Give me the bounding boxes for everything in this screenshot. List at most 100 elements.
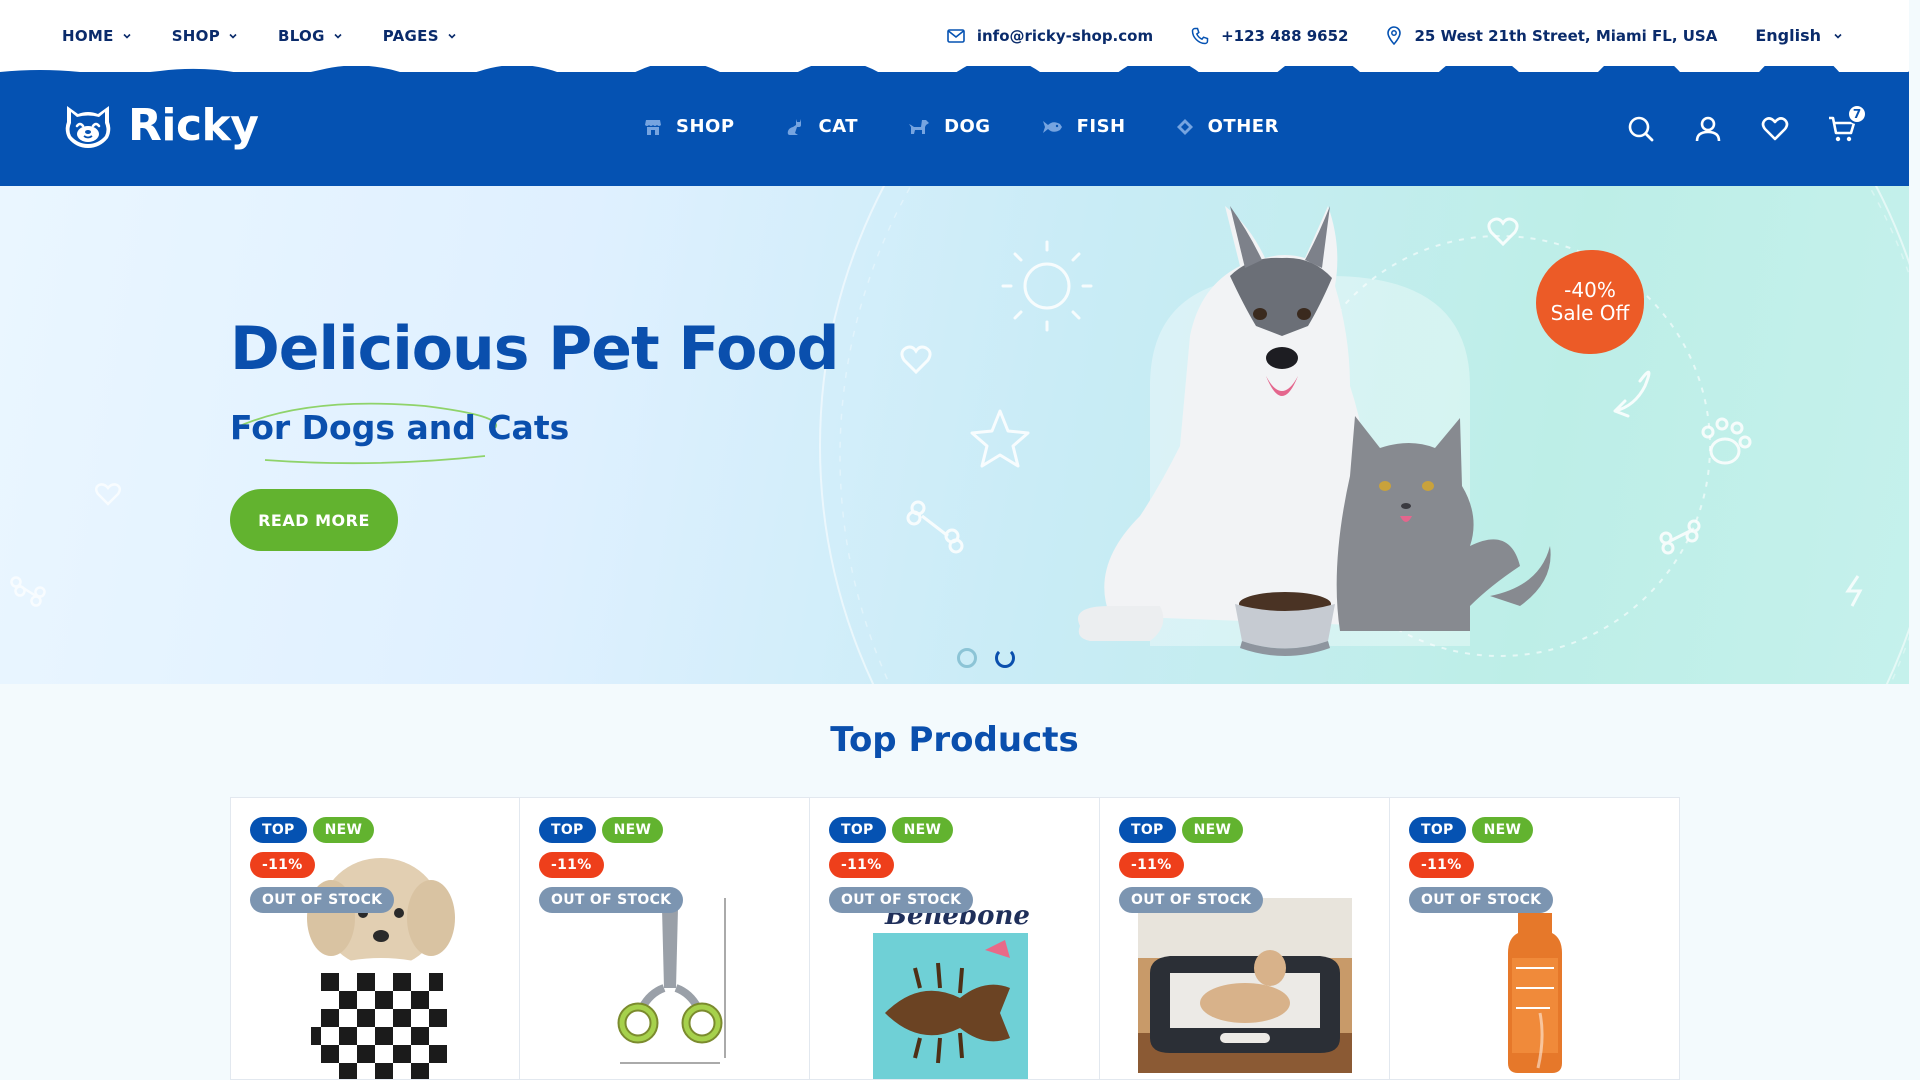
chevron-down-icon	[334, 33, 342, 39]
top-badge: TOP	[250, 817, 307, 843]
catnav-cat[interactable]: CAT	[785, 116, 859, 137]
main-header: Ricky SHOP CAT DOG FISH OTHER 7	[0, 66, 1909, 196]
new-badge: NEW	[1181, 817, 1244, 843]
product-badges: TOP NEW -11% OUT OF STOCK	[829, 817, 979, 922]
phone-contact[interactable]: +123 488 9652	[1191, 27, 1348, 45]
fish-icon	[1042, 120, 1062, 133]
chevron-down-icon	[229, 33, 237, 39]
out-of-stock-badge: OUT OF STOCK	[539, 887, 684, 913]
heart-doodle	[900, 345, 932, 375]
top-badge: TOP	[539, 817, 596, 843]
section-title: Top Products	[830, 720, 1079, 760]
new-badge: NEW	[601, 817, 664, 843]
header-actions: 7	[1591, 104, 1867, 146]
product-badges: TOP NEW -11% OUT OF STOCK	[539, 817, 689, 922]
brand-name: Ricky	[128, 100, 259, 151]
topnav-shop[interactable]: SHOP	[172, 27, 238, 45]
product-badges: TOP NEW -11% OUT OF STOCK	[1409, 817, 1559, 922]
out-of-stock-badge: OUT OF STOCK	[250, 887, 395, 913]
bone-doodle	[1659, 519, 1701, 555]
bone-doodle	[10, 576, 46, 607]
product-grid: TOP NEW -11% OUT OF STOCK TOP NEW -11% O…	[230, 797, 1680, 1080]
address-text: 25 West 21th Street, Miami FL, USA	[1414, 26, 1718, 45]
hero-banner: Delicious Pet Food For Dogs and Cats REA…	[0, 186, 1909, 684]
chevron-down-icon	[123, 33, 131, 39]
top-badge: TOP	[1409, 817, 1466, 843]
location-pin-icon	[1387, 26, 1402, 45]
new-badge: NEW	[891, 817, 954, 843]
language-label: English	[1755, 26, 1821, 45]
slide-dot-2[interactable]	[995, 648, 1015, 668]
catnav-label: OTHER	[1207, 116, 1279, 137]
topnav-home[interactable]: HOME	[62, 27, 132, 45]
catnav-other[interactable]: OTHER	[1176, 116, 1279, 137]
account-button[interactable]	[1691, 112, 1725, 146]
out-of-stock-badge: OUT OF STOCK	[1409, 887, 1554, 913]
top-badge: TOP	[1119, 817, 1176, 843]
top-badge: TOP	[829, 817, 886, 843]
hero-title: Delicious Pet Food	[230, 314, 839, 384]
catnav-label: DOG	[944, 116, 991, 137]
slider-pagination	[957, 648, 1033, 668]
product-card[interactable]: TOP NEW -11% OUT OF STOCK	[1100, 797, 1390, 1080]
top-bar: HOME SHOP BLOG PAGES info@ricky-shop.com…	[0, 0, 1909, 75]
chevron-down-icon	[1834, 33, 1842, 39]
bone-doodle	[906, 500, 964, 554]
out-of-stock-badge: OUT OF STOCK	[1119, 887, 1264, 913]
diamond-icon	[1176, 118, 1193, 135]
topnav-label: BLOG	[278, 27, 325, 45]
topnav-label: SHOP	[171, 27, 220, 45]
out-of-stock-badge: OUT OF STOCK	[829, 887, 974, 913]
cat-face-logo-icon	[65, 105, 111, 148]
discount-badge: -11%	[1409, 852, 1474, 878]
product-card[interactable]: TOP NEW -11% OUT OF STOCK	[520, 797, 810, 1080]
slide-dot-1[interactable]	[957, 648, 977, 668]
cart-button[interactable]: 7	[1825, 104, 1867, 146]
catnav-fish[interactable]: FISH	[1041, 116, 1126, 137]
topnav-label: HOME	[62, 27, 114, 45]
product-badges: TOP NEW -11% OUT OF STOCK	[250, 817, 400, 922]
sale-percent: -40%	[1564, 278, 1616, 302]
topnav-pages[interactable]: PAGES	[383, 27, 457, 45]
heart-doodle	[95, 483, 121, 506]
product-card[interactable]: TOP NEW -11% OUT OF STOCK Benebone	[810, 797, 1100, 1080]
phone-icon	[1191, 27, 1209, 44]
discount-badge: -11%	[250, 852, 315, 878]
star-doodle	[970, 409, 1030, 468]
mail-icon	[947, 28, 965, 43]
catnav-label: CAT	[818, 116, 859, 137]
discount-badge: -11%	[539, 852, 604, 878]
top-navigation: HOME SHOP BLOG PAGES	[62, 27, 497, 45]
sale-off-badge: -40% Sale Off	[1536, 250, 1644, 354]
sale-text: Sale Off	[1550, 301, 1630, 325]
search-button[interactable]	[1624, 112, 1658, 146]
product-card[interactable]: TOP NEW -11% OUT OF STOCK	[230, 797, 520, 1080]
store-icon	[645, 119, 661, 135]
wishlist-button[interactable]	[1758, 112, 1792, 146]
brand-logo[interactable]: Ricky	[62, 100, 259, 151]
discount-badge: -11%	[829, 852, 894, 878]
cart-count-badge: 7	[1847, 104, 1867, 124]
catnav-dog[interactable]: DOG	[908, 116, 991, 137]
read-more-button[interactable]: READ MORE	[230, 489, 398, 551]
product-badges: TOP NEW -11% OUT OF STOCK	[1119, 817, 1269, 922]
new-badge: NEW	[1471, 817, 1534, 843]
category-navigation: SHOP CAT DOG FISH OTHER	[644, 116, 1329, 137]
language-selector[interactable]: English	[1755, 26, 1843, 45]
product-card[interactable]: TOP NEW -11% OUT OF STOCK	[1390, 797, 1680, 1080]
topnav-blog[interactable]: BLOG	[278, 27, 343, 45]
search-icon	[1628, 116, 1654, 142]
heart-icon	[1761, 117, 1789, 141]
torn-edge-top	[0, 66, 1909, 78]
address-contact[interactable]: 25 West 21th Street, Miami FL, USA	[1386, 26, 1717, 45]
discount-badge: -11%	[1119, 852, 1184, 878]
cat-icon	[787, 118, 801, 135]
email-contact[interactable]: info@ricky-shop.com	[947, 27, 1153, 45]
paw-doodle	[1701, 417, 1752, 465]
catnav-label: SHOP	[676, 116, 735, 137]
catnav-shop[interactable]: SHOP	[644, 116, 735, 137]
lightning-doodle	[1845, 575, 1863, 607]
email-text: info@ricky-shop.com	[976, 26, 1154, 45]
new-badge: NEW	[312, 817, 375, 843]
contact-info: info@ricky-shop.com +123 488 9652 25 Wes…	[909, 26, 1843, 45]
